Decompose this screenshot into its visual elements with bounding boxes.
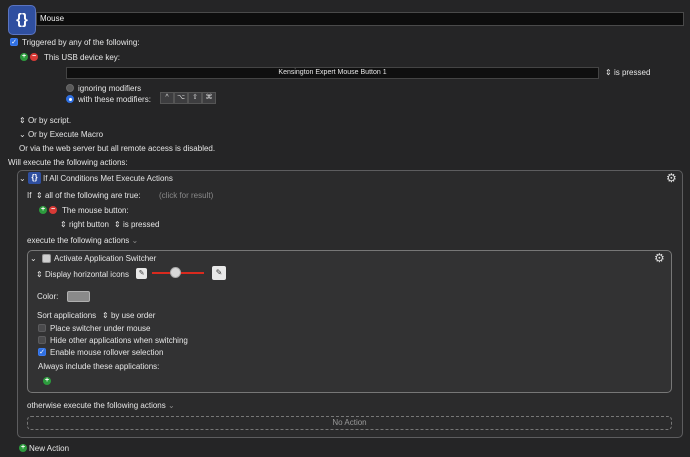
- switcher-action-icon: [42, 254, 51, 263]
- no-action-placeholder[interactable]: No Action: [27, 416, 672, 430]
- command-modifier-button[interactable]: ⌘: [202, 92, 216, 104]
- new-action-button[interactable]: New Action: [29, 444, 69, 453]
- usb-device-key-field[interactable]: Kensington Expert Mouse Button 1: [66, 67, 599, 79]
- switcher-collapse-chevron-icon[interactable]: ⌄: [30, 254, 37, 263]
- mouse-button-label: The mouse button:: [62, 206, 129, 215]
- execute-actions-label: execute the following actions: [27, 236, 130, 245]
- display-mode-popup[interactable]: ⇕ Display horizontal icons: [36, 270, 129, 279]
- triggered-checkbox[interactable]: ✓: [10, 38, 18, 46]
- display-mode-label: Display horizontal icons: [44, 270, 129, 279]
- ignoring-modifiers-label: ignoring modifiers: [78, 84, 142, 93]
- otherwise-actions-toggle[interactable]: otherwise execute the following actions …: [27, 401, 175, 410]
- hide-other-label: Hide other applications when switching: [50, 336, 188, 345]
- remove-trigger-icon[interactable]: −: [30, 53, 38, 61]
- with-modifiers-radio[interactable]: [66, 95, 74, 103]
- mouse-state-value: is pressed: [122, 220, 160, 229]
- updown-chevron-icon: ⇕: [102, 311, 109, 320]
- sort-order-popup[interactable]: ⇕ by use order: [102, 311, 155, 320]
- macro-icon[interactable]: {}: [8, 5, 36, 35]
- updown-chevron-icon: ⇕: [36, 270, 43, 279]
- sort-order-value: by use order: [110, 311, 156, 320]
- otherwise-actions-label: otherwise execute the following actions: [27, 401, 166, 410]
- key-state-popup[interactable]: ⇕ is pressed: [605, 68, 650, 77]
- actions-header: Will execute the following actions:: [8, 158, 128, 167]
- ignoring-modifiers-radio[interactable]: [66, 84, 74, 92]
- mouse-state-popup[interactable]: ⇕ is pressed: [114, 220, 159, 229]
- condition-mode-popup[interactable]: ⇕ all of the following are true:: [36, 191, 141, 200]
- click-for-result[interactable]: (click for result): [159, 191, 213, 200]
- chevron-down-icon: ⌄: [167, 401, 175, 410]
- updown-chevron-icon: ⇕: [19, 116, 26, 125]
- if-action-title: If All Conditions Met Execute Actions: [43, 174, 173, 183]
- updown-chevron-icon: ⇕: [36, 191, 43, 200]
- with-modifiers-label: with these modifiers:: [78, 95, 151, 104]
- or-by-execute-macro-label: Or by Execute Macro: [27, 130, 104, 139]
- shift-modifier-button[interactable]: ⇧: [188, 92, 202, 104]
- small-icon-size-icon: ✎: [136, 268, 147, 279]
- key-state-label: is pressed: [613, 68, 651, 77]
- always-include-label: Always include these applications:: [38, 362, 160, 371]
- or-by-script-popup[interactable]: ⇕ Or by script.: [19, 116, 71, 125]
- or-by-execute-macro-toggle[interactable]: ⌄ Or by Execute Macro: [19, 130, 103, 139]
- sort-label: Sort applications: [37, 311, 97, 320]
- control-modifier-button[interactable]: ^: [160, 92, 174, 104]
- add-application-icon[interactable]: +: [43, 377, 51, 385]
- if-action-gear-icon[interactable]: ⚙: [666, 171, 677, 185]
- hide-other-checkbox[interactable]: [38, 336, 46, 344]
- icon-size-slider-knob[interactable]: [169, 267, 181, 278]
- color-swatch[interactable]: [67, 291, 90, 302]
- large-icon-size-icon: ✎: [212, 266, 226, 280]
- option-modifier-button[interactable]: ⌥: [174, 92, 188, 104]
- remove-condition-icon[interactable]: −: [49, 206, 57, 214]
- place-under-mouse-checkbox[interactable]: [38, 324, 46, 332]
- add-trigger-icon[interactable]: +: [20, 53, 28, 61]
- updown-chevron-icon: ⇕: [60, 220, 67, 229]
- condition-mode-label: all of the following are true:: [44, 191, 141, 200]
- add-condition-icon[interactable]: +: [39, 206, 47, 214]
- chevron-down-icon: ⌄: [131, 236, 139, 245]
- switcher-gear-icon[interactable]: ⚙: [654, 251, 665, 265]
- updown-chevron-icon: ⇕: [114, 220, 121, 229]
- place-under-mouse-label: Place switcher under mouse: [50, 324, 151, 333]
- switcher-title: Activate Application Switcher: [54, 254, 157, 263]
- if-action-icon: {}: [28, 172, 41, 184]
- usb-trigger-label: This USB device key:: [44, 53, 121, 62]
- collapse-chevron-icon[interactable]: ⌄: [19, 174, 26, 183]
- execute-actions-toggle[interactable]: execute the following actions ⌄: [27, 236, 138, 245]
- or-by-script-label: Or by script.: [27, 116, 72, 125]
- mouse-rollover-checkbox[interactable]: ✓: [38, 348, 46, 356]
- mouse-button-value: right button: [68, 220, 109, 229]
- mouse-rollover-label: Enable mouse rollover selection: [50, 348, 164, 357]
- new-action-icon[interactable]: +: [19, 444, 27, 452]
- web-server-note: Or via the web server but all remote acc…: [19, 144, 216, 153]
- macro-name-field[interactable]: Mouse: [36, 12, 684, 26]
- chevron-down-icon: ⌄: [19, 130, 26, 139]
- trigger-header: Triggered by any of the following:: [22, 38, 140, 47]
- if-word: If: [27, 191, 32, 200]
- mouse-button-popup[interactable]: ⇕ right button: [60, 220, 109, 229]
- updown-chevron-icon: ⇕: [605, 68, 612, 77]
- color-label: Color:: [37, 292, 59, 301]
